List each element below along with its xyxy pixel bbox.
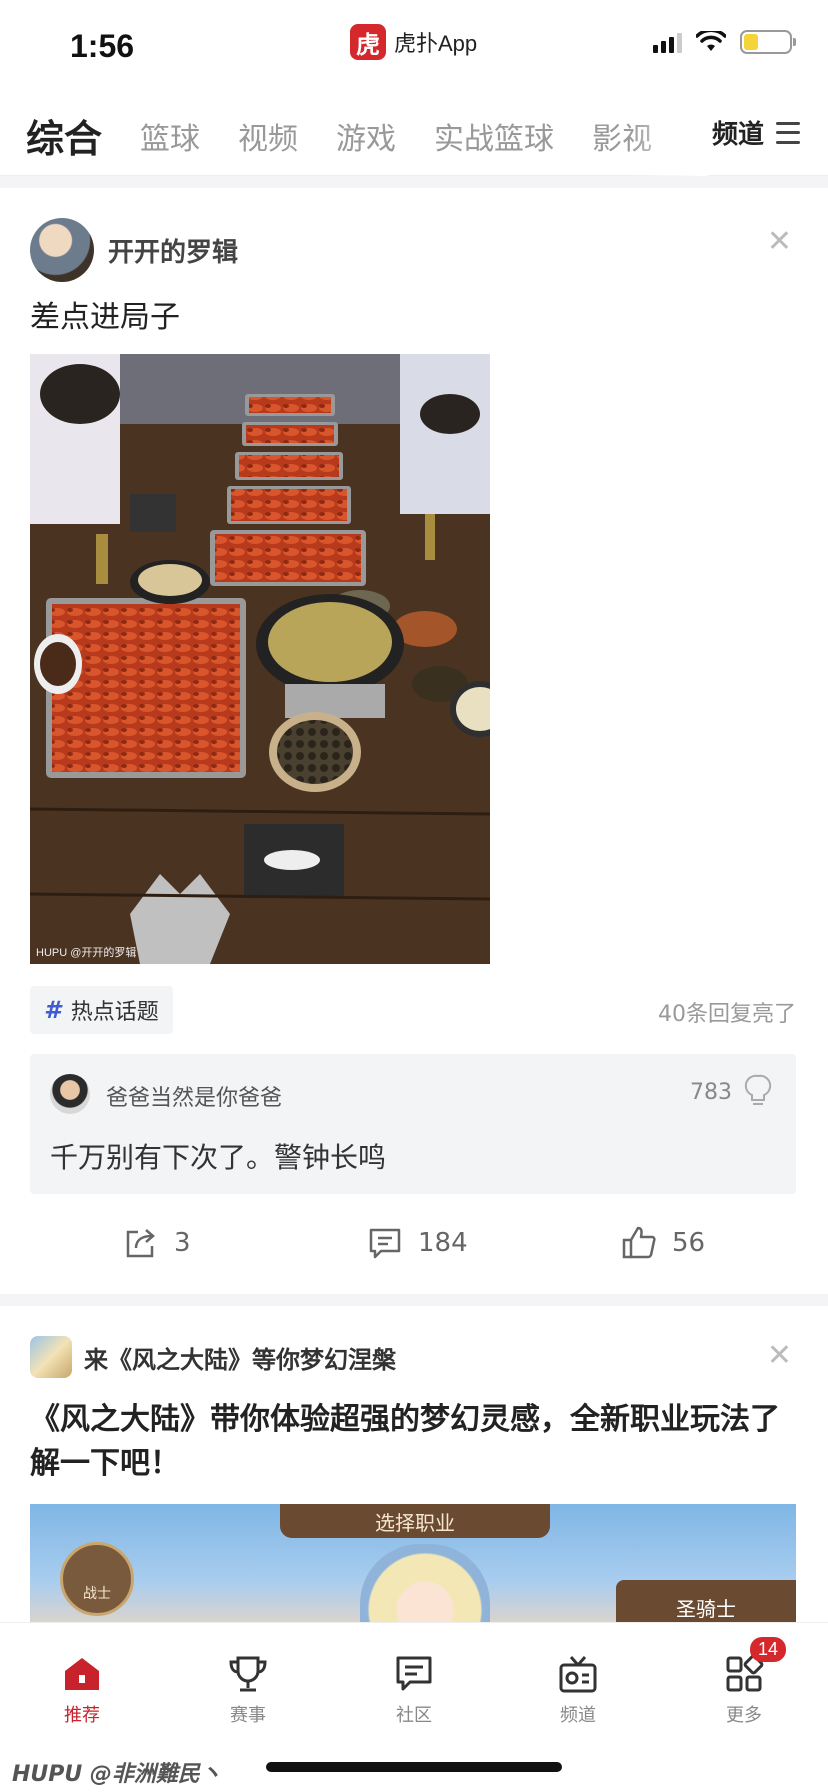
avatar[interactable] bbox=[50, 1074, 90, 1114]
share-icon bbox=[126, 1229, 155, 1258]
trophy-icon bbox=[229, 1656, 267, 1692]
ad-image-banner: 选择职业 bbox=[280, 1504, 550, 1538]
menu-icon bbox=[776, 121, 800, 144]
ad-character-illustration bbox=[360, 1544, 490, 1622]
comment-button[interactable]: 184 bbox=[366, 1224, 468, 1262]
nav-label: 推荐 bbox=[64, 1705, 100, 1726]
cellular-signal-icon bbox=[653, 31, 682, 53]
post-author[interactable]: 开开的罗辑 bbox=[30, 218, 238, 282]
ad-source-name[interactable]: 来《风之大陆》等你梦幻涅槃 bbox=[84, 1340, 396, 1375]
status-time: 1:56 bbox=[70, 28, 135, 64]
nav-channels[interactable]: 频道 bbox=[518, 1653, 638, 1727]
post-title[interactable]: 差点进局子 bbox=[30, 292, 180, 336]
comment-text: 千万别有下次了。警钟长鸣 bbox=[50, 1141, 387, 1174]
topic-icon: # bbox=[44, 996, 61, 1024]
divider bbox=[0, 1294, 828, 1306]
tab-street-basketball[interactable]: 实战篮球 bbox=[434, 114, 554, 158]
status-bar: 1:56 虎 虎扑App bbox=[0, 0, 828, 96]
ad-image-class-badge: 战士 bbox=[60, 1542, 134, 1616]
ad-title[interactable]: 《风之大陆》带你体验超强的梦幻灵感，全新职业玩法了解一下吧！ bbox=[30, 1398, 800, 1486]
share-button[interactable]: 3 bbox=[122, 1224, 191, 1262]
comment-username[interactable]: 爸爸当然是你爸爸 bbox=[106, 1080, 282, 1112]
watermark: HUPU @非洲難民丶 bbox=[12, 1762, 222, 1787]
like-button[interactable]: 56 bbox=[620, 1224, 705, 1262]
home-indicator[interactable] bbox=[266, 1762, 562, 1772]
like-count: 56 bbox=[672, 1228, 706, 1258]
lightbulb-icon[interactable] bbox=[744, 1074, 772, 1108]
comment-light-count: 783 bbox=[690, 1080, 732, 1105]
close-icon[interactable]: ✕ bbox=[767, 1338, 792, 1373]
nav-events[interactable]: 赛事 bbox=[188, 1653, 308, 1727]
nav-recommend[interactable]: 推荐 bbox=[22, 1653, 142, 1727]
post-image[interactable]: HUPU @开开的罗辑 bbox=[30, 354, 490, 964]
comment-count: 184 bbox=[418, 1228, 468, 1258]
status-app-indicator: 虎 虎扑App bbox=[350, 22, 477, 62]
radio-icon bbox=[559, 1656, 597, 1693]
image-watermark: HUPU @开开的罗辑 bbox=[36, 947, 137, 959]
home-icon bbox=[65, 1658, 99, 1690]
top-comment[interactable]: 爸爸当然是你爸爸 783 千万别有下次了。警钟长鸣 bbox=[30, 1054, 796, 1194]
ad-image[interactable]: 选择职业 战士 圣骑士 bbox=[30, 1504, 796, 1622]
tab-basketball[interactable]: 篮球 bbox=[140, 114, 200, 158]
tag-label: 热点话题 bbox=[70, 1000, 159, 1025]
wifi-icon bbox=[696, 31, 726, 51]
post-actions: 3 184 56 bbox=[0, 1224, 828, 1284]
crayfish-photo bbox=[30, 354, 490, 964]
channels-label: 频道 bbox=[711, 120, 764, 150]
status-indicators bbox=[653, 30, 796, 54]
tab-games[interactable]: 游戏 bbox=[336, 114, 396, 158]
avatar[interactable] bbox=[30, 218, 94, 282]
tab-fade bbox=[628, 96, 708, 176]
notification-badge: 14 bbox=[749, 1637, 786, 1662]
nav-more[interactable]: 更多 14 bbox=[684, 1637, 804, 1727]
battery-icon bbox=[740, 30, 796, 54]
app-logo-icon: 虎 bbox=[350, 24, 386, 60]
thumbs-up-icon bbox=[622, 1226, 656, 1259]
nav-label: 赛事 bbox=[230, 1705, 266, 1726]
ad-source[interactable]: 来《风之大陆》等你梦幻涅槃 bbox=[30, 1336, 396, 1378]
nav-label: 频道 bbox=[560, 1705, 596, 1726]
nav-label: 更多 bbox=[726, 1705, 762, 1726]
post-card[interactable]: 开开的罗辑 ✕ 差点进局子 HUPU @开开的罗辑 # 热点话题 40条回复亮了… bbox=[0, 188, 828, 1294]
ad-card[interactable]: 来《风之大陆》等你梦幻涅槃 ✕ 《风之大陆》带你体验超强的梦幻灵感，全新职业玩法… bbox=[0, 1306, 828, 1622]
comment-icon bbox=[369, 1228, 401, 1259]
divider bbox=[0, 176, 828, 188]
app-name: 虎扑App bbox=[394, 31, 478, 56]
channel-tabs: 综合 篮球 视频 游戏 实战篮球 影视 频道 bbox=[0, 96, 828, 176]
hot-topic-tag[interactable]: # 热点话题 bbox=[30, 986, 173, 1034]
close-icon[interactable]: ✕ bbox=[767, 224, 792, 259]
nav-label: 社区 bbox=[396, 1705, 432, 1726]
nav-community[interactable]: 社区 bbox=[354, 1653, 474, 1727]
reply-summary[interactable]: 40条回复亮了 bbox=[658, 996, 796, 1028]
channels-button[interactable]: 频道 bbox=[703, 114, 800, 151]
chat-icon bbox=[396, 1656, 432, 1691]
tab-zonghe[interactable]: 综合 bbox=[26, 108, 102, 163]
tab-video[interactable]: 视频 bbox=[238, 114, 298, 158]
ad-image-class-label: 圣骑士 bbox=[616, 1580, 796, 1622]
share-count: 3 bbox=[174, 1228, 191, 1258]
game-icon[interactable] bbox=[30, 1336, 72, 1378]
author-name[interactable]: 开开的罗辑 bbox=[108, 232, 238, 269]
